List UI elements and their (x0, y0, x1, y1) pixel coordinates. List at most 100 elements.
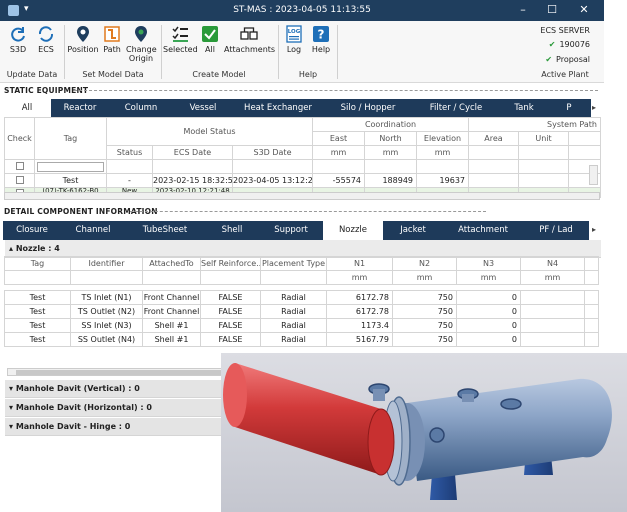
empty-cell (260, 270, 327, 285)
attachments-icon (240, 27, 258, 40)
table-row[interactable]: Test SS Inlet (N3) Shell #1 FALSE Radial… (4, 318, 599, 333)
col-ecs-date[interactable]: ECS Date (152, 145, 233, 160)
minimize-button[interactable]: – (513, 3, 533, 16)
s3d-button[interactable]: S3D (5, 25, 31, 54)
attachments-button[interactable]: Attachments (224, 25, 275, 54)
filter-checkbox[interactable] (15, 161, 24, 170)
col-north[interactable]: North (364, 131, 417, 146)
tab-heat-exchanger[interactable]: Heat Exchanger (233, 99, 323, 118)
col-east[interactable]: East (312, 131, 365, 146)
help-button[interactable]: ? Help (309, 25, 333, 54)
tab-vessel[interactable]: Vessel (173, 99, 233, 118)
heat-exchanger-3d-view[interactable] (221, 353, 627, 512)
table-row[interactable]: Test TS Outlet (N2) Front Channel FALSE … (4, 304, 599, 319)
cell-n4 (520, 304, 585, 319)
server-status: ✔ Proposal (545, 55, 590, 64)
filter-cell[interactable] (416, 159, 469, 174)
tab-more[interactable]: P (549, 99, 589, 118)
col-area[interactable]: Area (468, 131, 519, 146)
ecs-button[interactable]: ECS (33, 25, 59, 54)
cell-n3: 0 (456, 318, 521, 333)
tab-scroll-right-icon[interactable]: ▸ (592, 225, 596, 234)
col-status[interactable]: Status (106, 145, 153, 160)
cell-identifier: SS Inlet (N3) (70, 318, 143, 333)
col-n2[interactable]: N2 (392, 256, 457, 271)
filter-cell[interactable] (312, 159, 365, 174)
cell-north: 188949 (364, 173, 417, 188)
col-identifier[interactable]: Identifier (70, 256, 143, 271)
col-tag[interactable]: Tag (4, 256, 71, 271)
col-n4[interactable]: N4 (520, 256, 585, 271)
log-button[interactable]: LOG Log (282, 25, 306, 54)
filter-cell[interactable] (364, 159, 417, 174)
empty-cell (584, 256, 599, 271)
path-button[interactable]: Path (100, 25, 124, 54)
col-placement-type[interactable]: Placement Type (260, 256, 327, 271)
tab-scroll-right-icon[interactable]: ▸ (592, 103, 596, 112)
divider (74, 90, 598, 91)
tab-tank[interactable]: Tank (499, 99, 549, 118)
cell-east: -55574 (312, 173, 365, 188)
chevron-down-icon: ▾ (9, 384, 16, 393)
filter-cell[interactable] (232, 159, 313, 174)
selected-button[interactable]: Selected (163, 25, 198, 54)
filter-cell[interactable] (518, 159, 569, 174)
table-row[interactable]: Test TS Inlet (N1) Front Channel FALSE R… (4, 290, 599, 305)
col-elevation[interactable]: Elevation (416, 131, 469, 146)
col-tag[interactable]: Tag (34, 117, 107, 160)
all-button[interactable]: All (199, 25, 221, 54)
tab-support[interactable]: Support (259, 221, 323, 240)
cell-n3: 0 (456, 304, 521, 319)
col-check[interactable]: Check (4, 117, 35, 160)
filter-cell[interactable] (106, 159, 153, 174)
cell-n2: 750 (392, 290, 457, 305)
tab-channel[interactable]: Channel (61, 221, 125, 240)
cell-n3: 0 (456, 332, 521, 347)
empty-cell (568, 145, 601, 160)
vertical-scrollbar[interactable] (589, 165, 598, 185)
tab-shell[interactable]: Shell (205, 221, 259, 240)
close-button[interactable]: ✕ (574, 3, 594, 16)
tab-attachment[interactable]: Attachment (443, 221, 523, 240)
row-checkbox[interactable] (15, 175, 24, 184)
cell-elevation: 19637 (416, 173, 469, 188)
tab-silo-hopper[interactable]: Silo / Hopper (323, 99, 413, 118)
filter-cell[interactable] (468, 159, 519, 174)
detail-tab-bar: Closure Channel TubeSheet Shell Support Nozzl… (3, 221, 589, 240)
tab-nozzle[interactable]: Nozzle (323, 221, 383, 240)
server-number: ✔ 190076 (548, 40, 590, 49)
tab-tubesheet[interactable]: TubeSheet (125, 221, 205, 240)
col-s3d-date[interactable]: S3D Date (232, 145, 313, 160)
col-unit[interactable]: Unit (518, 131, 569, 146)
col-self-reinforce[interactable]: Self Reinforce... (200, 256, 261, 271)
col-n1[interactable]: N1 (326, 256, 393, 271)
chevron-up-icon: ▴ (9, 244, 16, 253)
tab-closure[interactable]: Closure (3, 221, 61, 240)
empty-cell (584, 318, 599, 333)
empty-cell (142, 270, 201, 285)
cell-attached-to: Shell #1 (142, 318, 201, 333)
tab-column[interactable]: Column (109, 99, 173, 118)
change-origin-button[interactable]: Change Origin (126, 25, 157, 63)
svg-text:LOG: LOG (288, 29, 301, 35)
tab-filter-cycle[interactable]: Filter / Cycle (413, 99, 499, 118)
table-row[interactable]: Test - 2023-02-15 18:32:56 2023-04-05 13… (4, 173, 601, 188)
sync-icon (38, 26, 54, 42)
empty-cell (70, 270, 143, 285)
scrollbar-thumb[interactable] (16, 370, 246, 375)
position-button[interactable]: Position (67, 25, 99, 54)
tab-jacket[interactable]: Jacket (383, 221, 443, 240)
filter-tag-cell[interactable] (34, 159, 107, 174)
tab-all[interactable]: All (3, 99, 51, 118)
tab-reactor[interactable]: Reactor (51, 99, 109, 118)
col-n3[interactable]: N3 (456, 256, 521, 271)
horizontal-scrollbar[interactable] (4, 192, 600, 200)
table-row[interactable]: Test SS Outlet (N4) Shell #1 FALSE Radia… (4, 332, 599, 347)
tag-filter-input[interactable] (37, 161, 104, 172)
maximize-button[interactable]: ☐ (542, 3, 562, 16)
tab-pf-ladder[interactable]: PF / Lad (523, 221, 589, 240)
cell-self-reinforce: FALSE (200, 304, 261, 319)
filter-cell[interactable] (152, 159, 233, 174)
title-bar: ▾ ST-MAS : 2023-04-05 11:13:55 – ☐ ✕ (0, 0, 604, 21)
col-attached-to[interactable]: AttachedTo (142, 256, 201, 271)
